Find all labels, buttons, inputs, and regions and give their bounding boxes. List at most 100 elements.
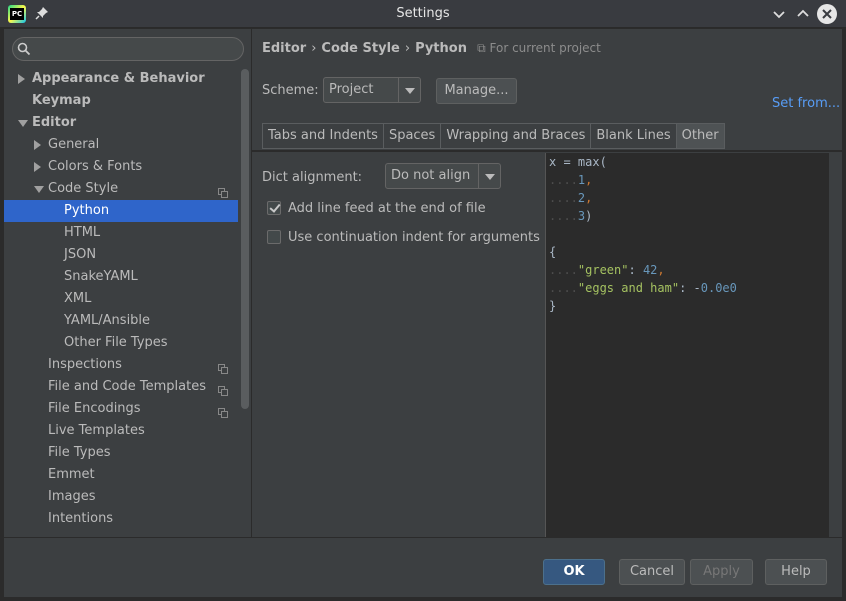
sidebar-item-colors-fonts[interactable]: Colors & Fonts xyxy=(4,156,238,178)
sidebar-item-other-file-types[interactable]: Other File Types xyxy=(4,332,238,354)
cancel-button[interactable]: Cancel xyxy=(619,559,685,585)
maximize-icon[interactable] xyxy=(793,4,813,24)
sidebar-item-label: Editor xyxy=(32,115,77,130)
code-line: ...."eggs and ham": -0.0e0 xyxy=(549,281,737,295)
code-line: ....1, xyxy=(549,173,593,187)
code-line: x = max( xyxy=(549,155,607,169)
sidebar-item-label: Emmet xyxy=(48,467,95,482)
sidebar-item-label: HTML xyxy=(64,225,101,240)
sidebar-item-python[interactable]: Python xyxy=(4,200,238,222)
project-scope-icon xyxy=(218,382,228,396)
line-feed-checkbox[interactable] xyxy=(267,201,281,215)
title-bar: Settings xyxy=(0,0,846,28)
sidebar-item-label: File Encodings xyxy=(48,401,141,416)
sidebar-item-label: File and Code Templates xyxy=(48,379,206,394)
sidebar-item-live-templates[interactable]: Live Templates xyxy=(4,420,238,442)
collapsed-arrow-icon[interactable] xyxy=(34,162,41,172)
line-feed-label: Add line feed at the end of file xyxy=(288,201,486,216)
sidebar-item-snakeyaml[interactable]: SnakeYAML xyxy=(4,266,238,288)
chevron-down-icon xyxy=(478,164,500,188)
sidebar-item-intentions[interactable]: Intentions xyxy=(4,508,238,530)
sidebar-item-label: Python xyxy=(64,203,110,218)
tab-divider xyxy=(252,150,842,152)
project-scope-icon xyxy=(218,360,228,374)
sidebar-item-label: SnakeYAML xyxy=(64,269,138,284)
sidebar-item-label: Appearance & Behavior xyxy=(32,71,205,86)
window-title: Settings xyxy=(396,6,450,21)
chevron-down-icon xyxy=(398,78,420,102)
dict-alignment-value: Do not align xyxy=(391,168,471,183)
code-line: } xyxy=(549,299,557,313)
tab-blank-lines[interactable]: Blank Lines xyxy=(590,123,677,149)
sidebar-item-xml[interactable]: XML xyxy=(4,288,238,310)
settings-sidebar: Appearance & Behavior Keymap Editor General… xyxy=(4,29,252,537)
expanded-arrow-icon[interactable] xyxy=(18,120,28,127)
dict-alignment-select[interactable]: Do not align xyxy=(385,163,501,189)
tab-spaces[interactable]: Spaces xyxy=(382,123,442,149)
sidebar-item-code-style[interactable]: Code Style xyxy=(4,178,238,200)
sidebar-item-inspections[interactable]: Inspections xyxy=(4,354,238,376)
sidebar-item-file-encodings[interactable]: File Encodings xyxy=(4,398,238,420)
code-preview[interactable]: x = max( ....1, ....2, ....3) { ...."gre… xyxy=(545,153,841,537)
sidebar-item-label: Other File Types xyxy=(64,335,168,350)
expanded-arrow-icon[interactable] xyxy=(34,186,44,193)
sidebar-item-appearance-behavior[interactable]: Appearance & Behavior xyxy=(4,68,238,90)
sidebar-item-label: Images xyxy=(48,489,96,504)
tab-other[interactable]: Other xyxy=(675,123,725,149)
sidebar-item-label: JSON xyxy=(64,247,97,262)
set-from-link[interactable]: Set from... xyxy=(772,96,840,111)
code-style-tabs: Tabs and Indents Spaces Wrapping and Brace… xyxy=(262,123,725,149)
collapsed-arrow-icon[interactable] xyxy=(18,74,25,84)
code-style-panel: Editor › Code Style › Python ⧉ For current p… xyxy=(252,29,842,537)
sidebar-item-label: Intentions xyxy=(48,511,114,526)
sidebar-item-label: File Types xyxy=(48,445,111,460)
dict-alignment-label: Dict alignment: xyxy=(262,170,363,185)
code-line: ....3) xyxy=(549,209,593,223)
sidebar-item-label: Inspections xyxy=(48,357,122,372)
ok-button[interactable]: OK xyxy=(543,559,605,585)
sidebar-item-label: YAML/Ansible xyxy=(64,313,151,328)
project-icon: ⧉ xyxy=(477,41,486,55)
collapsed-arrow-icon[interactable] xyxy=(34,140,41,150)
close-icon[interactable] xyxy=(817,4,837,24)
sidebar-item-label: Keymap xyxy=(32,93,91,108)
sidebar-item-label: Colors & Fonts xyxy=(48,159,143,174)
sidebar-item-yaml-ansible[interactable]: YAML/Ansible xyxy=(4,310,238,332)
dialog-footer: OK Cancel Apply Help xyxy=(4,537,842,597)
minimize-icon[interactable] xyxy=(769,4,789,24)
sidebar-item-json[interactable]: JSON xyxy=(4,244,238,266)
search-input[interactable] xyxy=(12,37,244,61)
code-line: ....2, xyxy=(549,191,593,205)
sidebar-item-label: Code Style xyxy=(48,181,119,196)
breadcrumb-python: Python xyxy=(415,41,467,56)
sidebar-item-keymap[interactable]: Keymap xyxy=(4,90,238,112)
sidebar-item-file-types[interactable]: File Types xyxy=(4,442,238,464)
continuation-indent-checkbox[interactable] xyxy=(267,230,281,244)
sidebar-item-label: General xyxy=(48,137,100,152)
help-button[interactable]: Help xyxy=(765,559,827,585)
sidebar-item-html[interactable]: HTML xyxy=(4,222,238,244)
settings-tree: Appearance & Behavior Keymap Editor General… xyxy=(4,68,238,530)
code-line: { xyxy=(549,245,557,259)
breadcrumb-code-style: Code Style xyxy=(321,41,400,56)
search-icon xyxy=(17,42,31,56)
project-scope-icon xyxy=(218,184,228,198)
manage-button[interactable]: Manage... xyxy=(436,78,517,104)
sidebar-item-images[interactable]: Images xyxy=(4,486,238,508)
preview-scrollbar[interactable] xyxy=(829,153,841,537)
sidebar-item-editor[interactable]: Editor xyxy=(4,112,238,134)
sidebar-item-label: XML xyxy=(64,291,92,306)
scheme-combo[interactable]: Project xyxy=(323,77,421,103)
breadcrumb: Editor › Code Style › Python ⧉ For current p… xyxy=(262,41,601,56)
project-scope-icon xyxy=(218,404,228,418)
sidebar-item-emmet[interactable]: Emmet xyxy=(4,464,238,486)
tab-tabs-and-indents[interactable]: Tabs and Indents xyxy=(262,123,384,149)
scheme-value: Project xyxy=(329,82,374,97)
sidebar-scrollbar[interactable] xyxy=(241,69,249,409)
sidebar-item-file-and-code-templates[interactable]: File and Code Templates xyxy=(4,376,238,398)
scheme-label: Scheme: xyxy=(262,83,319,98)
tab-wrapping-and-braces[interactable]: Wrapping and Braces xyxy=(440,123,592,149)
sidebar-item-general[interactable]: General xyxy=(4,134,238,156)
sidebar-item-label: Live Templates xyxy=(48,423,145,438)
apply-button[interactable]: Apply xyxy=(690,559,753,585)
